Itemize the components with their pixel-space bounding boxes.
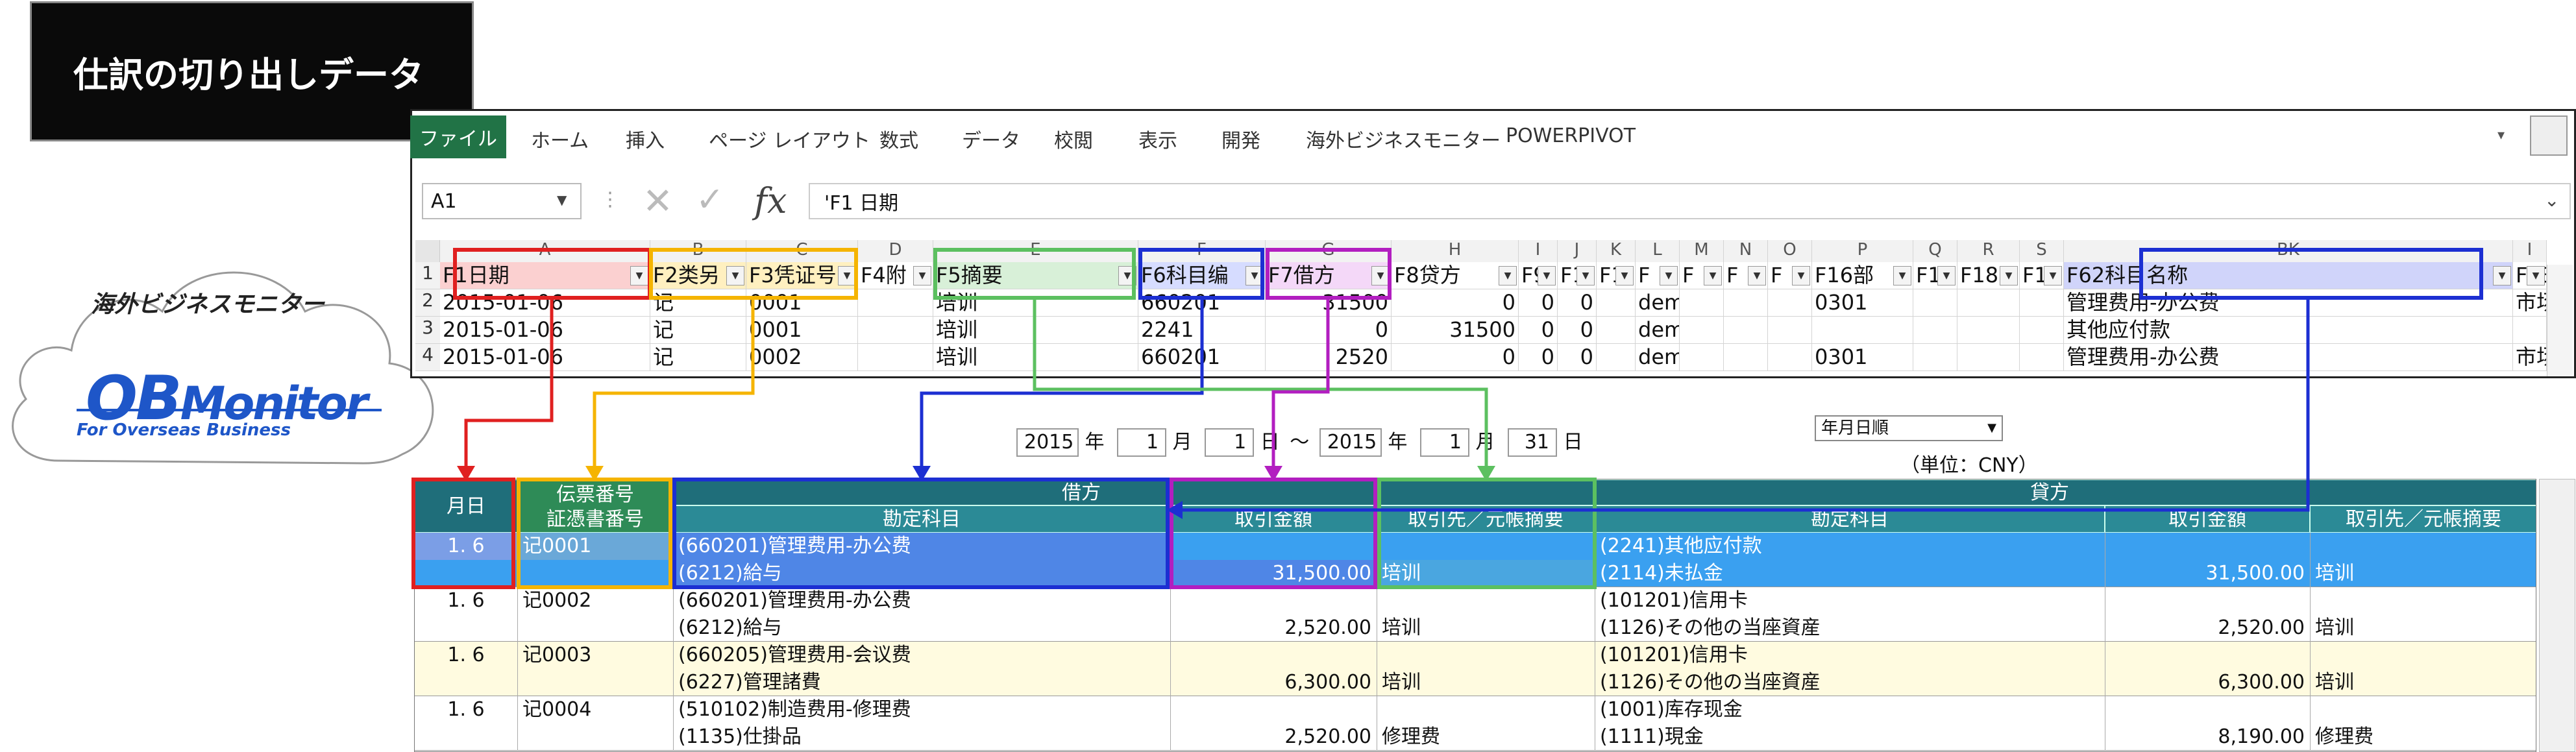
connector-arrows xyxy=(457,300,2310,519)
